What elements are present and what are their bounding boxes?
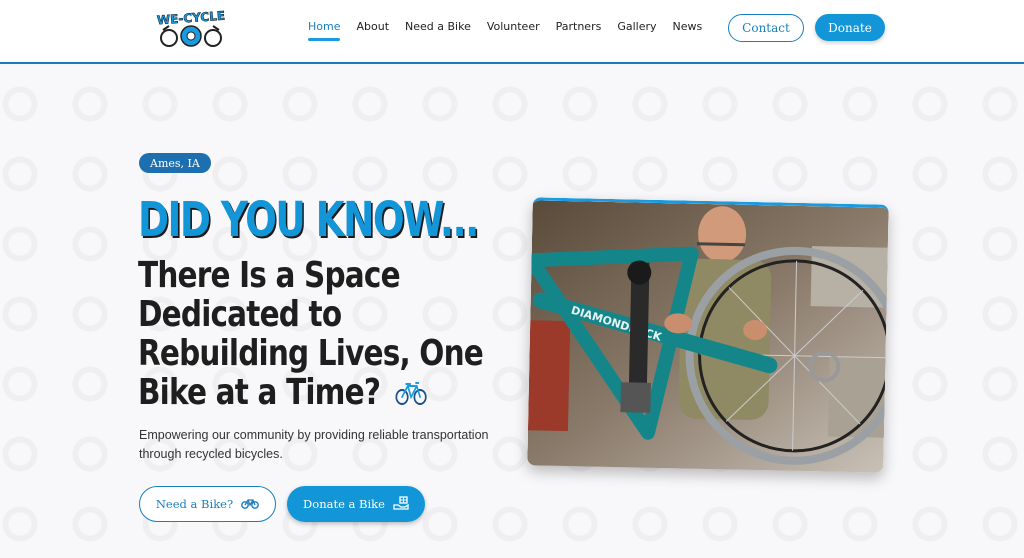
site-header: WE-CYCLE Home About Need a Bike Voluntee… bbox=[0, 0, 1024, 64]
nav-news[interactable]: News bbox=[665, 18, 711, 35]
headline-main-text: There Is a Space Dedicated to Rebuilding… bbox=[138, 255, 484, 413]
nav-gallery[interactable]: Gallery bbox=[609, 18, 664, 35]
donate-a-bike-button[interactable]: Donate a Bike bbox=[287, 486, 425, 522]
nav-need-a-bike[interactable]: Need a Bike bbox=[397, 18, 479, 35]
we-cycle-logo[interactable]: WE-CYCLE bbox=[155, 8, 227, 48]
donate-button[interactable]: Donate bbox=[815, 14, 885, 41]
bicycle-icon bbox=[395, 375, 428, 414]
bicycle-icon bbox=[241, 497, 260, 512]
nav-partners[interactable]: Partners bbox=[548, 18, 610, 35]
need-a-bike-button[interactable]: Need a Bike? bbox=[139, 486, 276, 522]
svg-text:WE-CYCLE: WE-CYCLE bbox=[157, 9, 226, 28]
headline-did-you-know: DID YOU KNOW... bbox=[138, 192, 479, 248]
contact-button[interactable]: Contact bbox=[728, 14, 804, 42]
nav-home[interactable]: Home bbox=[300, 18, 348, 41]
main-nav: Home About Need a Bike Volunteer Partner… bbox=[300, 18, 711, 41]
nav-about[interactable]: About bbox=[348, 18, 397, 35]
need-a-bike-label: Need a Bike? bbox=[155, 497, 234, 511]
headline-main: There Is a Space Dedicated to Rebuilding… bbox=[138, 256, 491, 414]
hero-photo-bike-repair: DIAMONDBACK bbox=[527, 197, 889, 473]
hand-gift-icon bbox=[393, 495, 409, 514]
hero-section: Ames, IA DID YOU KNOW... There Is a Spac… bbox=[0, 64, 1024, 558]
nav-volunteer[interactable]: Volunteer bbox=[479, 18, 548, 35]
donate-a-bike-label: Donate a Bike bbox=[303, 497, 385, 511]
location-badge: Ames, IA bbox=[139, 153, 211, 173]
hero-subtext: Empowering our community by providing re… bbox=[139, 428, 489, 461]
